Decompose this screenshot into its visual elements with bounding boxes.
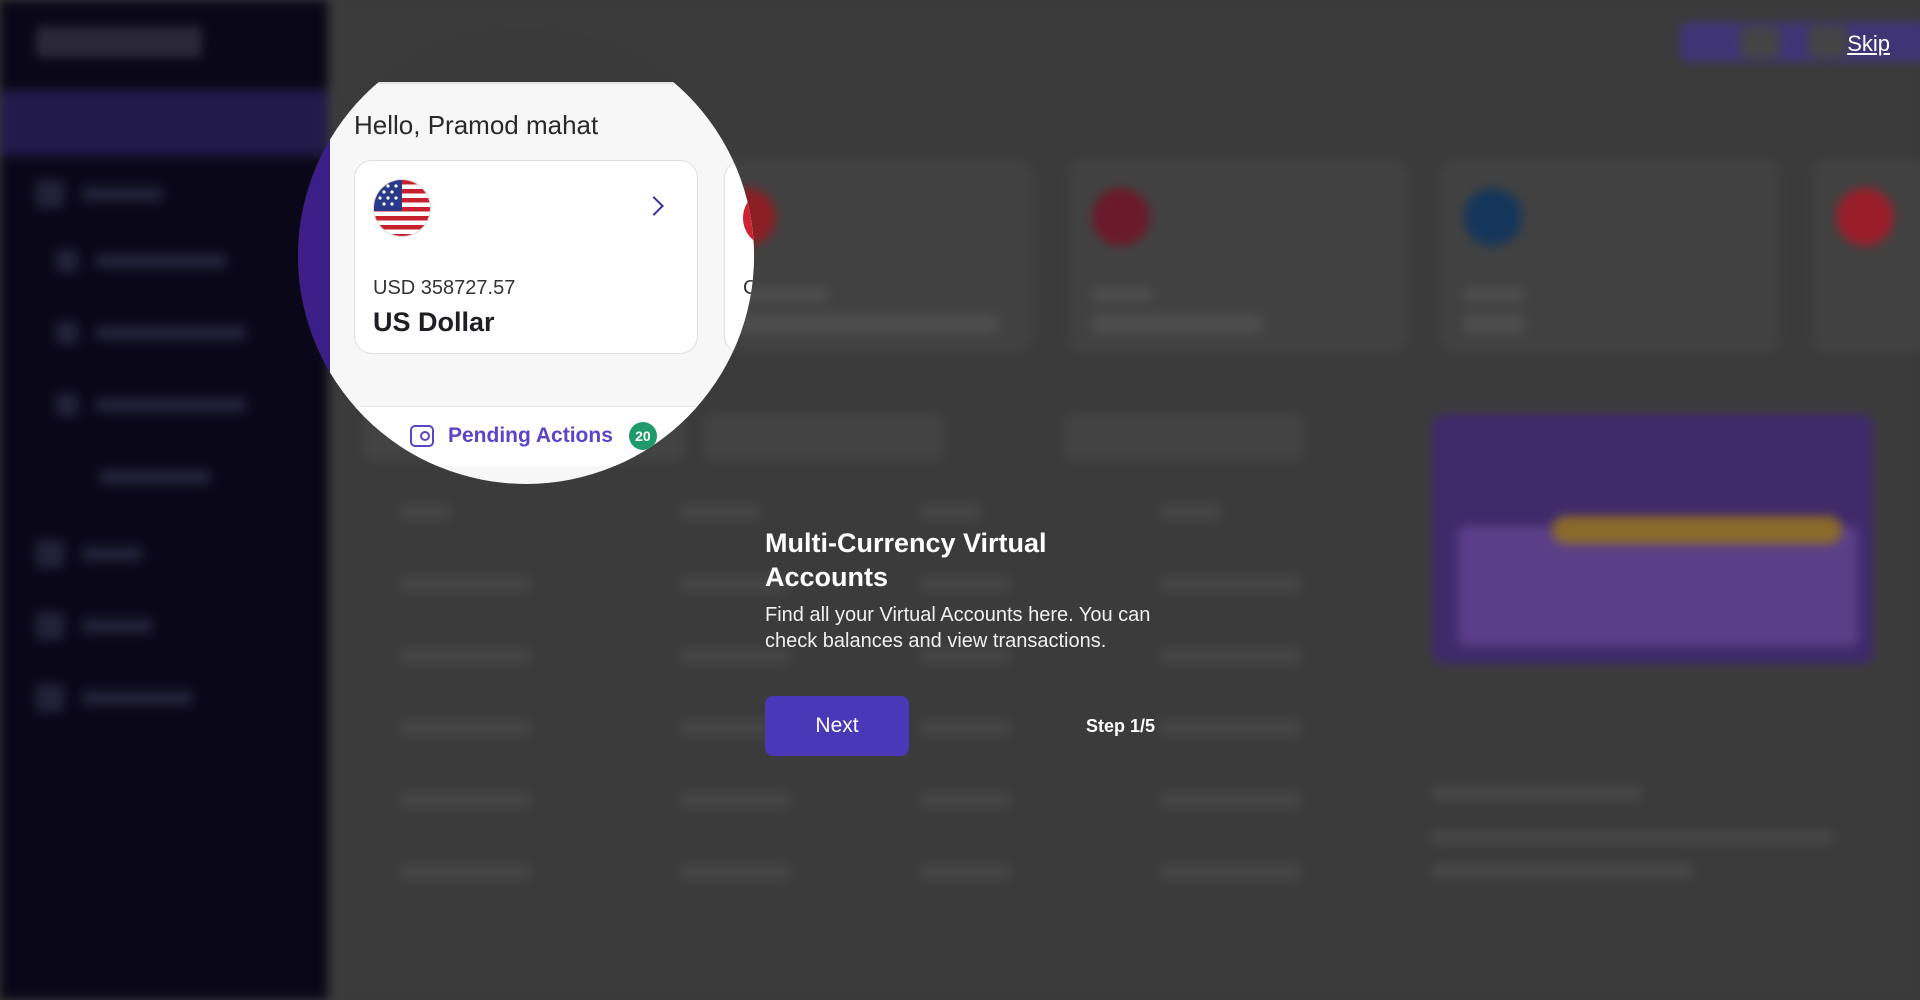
tour-tooltip: Multi-Currency Virtual Accounts Find all… [765, 526, 1165, 756]
account-balance-fragment: C [743, 277, 754, 299]
flag-icon [743, 189, 754, 247]
next-button[interactable]: Next [765, 696, 909, 756]
sidebar-active-item [0, 90, 328, 156]
greeting-text: Hello, Pramod mahat [354, 110, 599, 140]
account-currency-name: US Dollar [373, 307, 495, 337]
divider [330, 82, 754, 84]
usd-account-card[interactable]: USD 358727.57 US Dollar [354, 160, 698, 354]
sidebar-subitem [56, 322, 246, 344]
logo [36, 26, 202, 58]
background-app [0, 0, 1920, 1000]
pending-actions-icon [410, 425, 434, 447]
account-balance: USD 358727.57 [373, 277, 516, 299]
account-card [1812, 160, 1920, 352]
skip-link[interactable]: Skip [1847, 31, 1890, 57]
sidebar-subitem [56, 394, 246, 416]
sidebar-subitem [100, 470, 210, 484]
sidebar-edge [298, 138, 330, 398]
step-indicator: Step 1/5 [1085, 716, 1155, 736]
chevron-right-icon[interactable] [644, 196, 664, 216]
account-card [1440, 160, 1780, 352]
sidebar-subitem [56, 250, 226, 272]
pending-actions-tab[interactable]: Pending Actions 20 [410, 422, 657, 450]
side-heading [1432, 786, 1642, 800]
next-account-card[interactable]: C [724, 160, 754, 354]
side-text [1432, 864, 1692, 878]
pending-actions-label: Pending Actions [448, 424, 613, 447]
topbar-icon [1740, 26, 1780, 58]
sidebar-item [36, 180, 162, 208]
us-flag-icon [373, 179, 431, 237]
promo-banner [1432, 414, 1874, 664]
sidebar [0, 0, 328, 1000]
table-header [400, 500, 1300, 526]
tour-spotlight: Hello, Pramod mahat USD 358727.57 US Dol… [298, 28, 754, 484]
pending-count-badge: 20 [628, 422, 657, 450]
side-text [1432, 830, 1832, 844]
tooltip-actions: Next Step 1/5 [765, 696, 1165, 756]
sidebar-item [36, 540, 142, 568]
tooltip-title: Multi-Currency Virtual Accounts [765, 528, 1047, 592]
sidebar-item [36, 684, 192, 712]
account-card [1068, 160, 1408, 352]
tooltip-body: Find all your Virtual Accounts here. You… [765, 604, 1151, 652]
topbar-icon [1808, 26, 1848, 58]
table-row [400, 788, 1300, 814]
sidebar-item [36, 612, 152, 640]
table-row [400, 860, 1300, 886]
